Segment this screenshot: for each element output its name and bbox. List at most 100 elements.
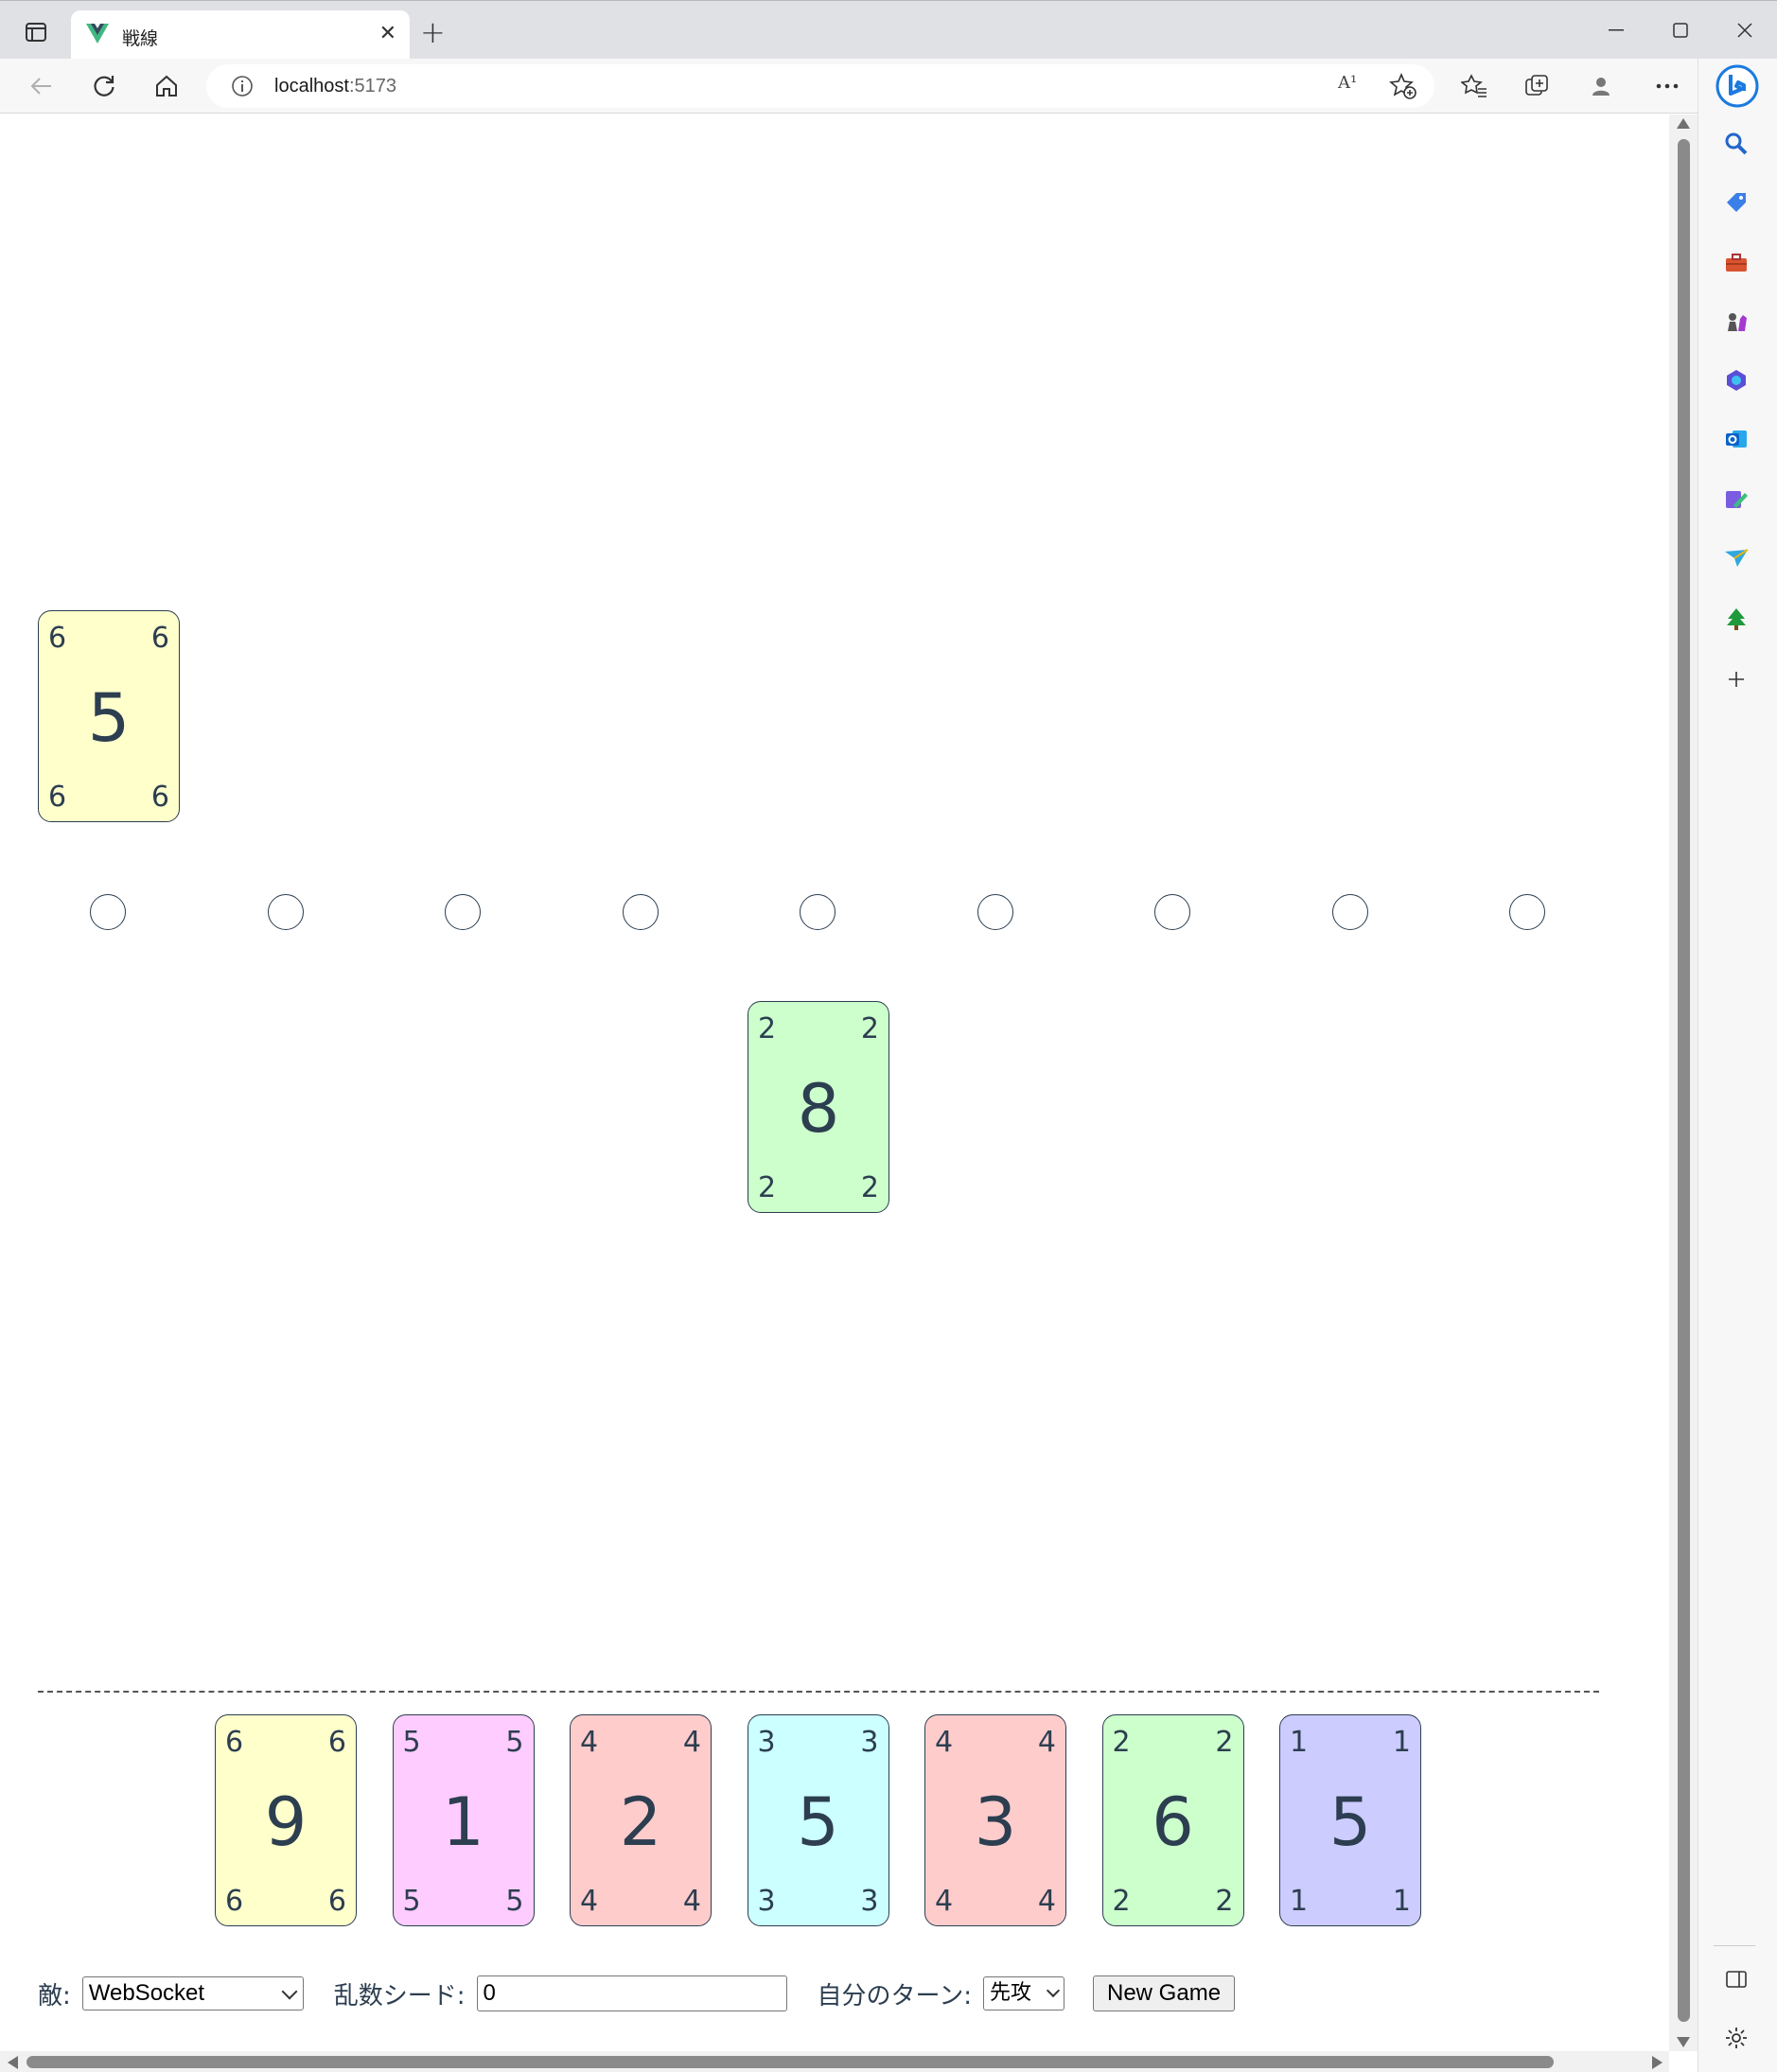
card-corner-value: 3 <box>860 1885 879 1918</box>
sidebar-shopping-button[interactable] <box>1717 184 1755 221</box>
card-corner-value: 1 <box>1290 1885 1309 1918</box>
bing-icon <box>1715 64 1759 108</box>
hand-card[interactable]: 4 424 4 <box>570 1714 712 1926</box>
card-corner-value: 6 <box>48 622 67 655</box>
paper-plane-icon <box>1725 549 1749 567</box>
toolbox-icon <box>1726 254 1747 272</box>
hand-card[interactable]: 5 515 5 <box>392 1714 535 1926</box>
enemy-select[interactable]: WebSocket <box>81 1976 304 2011</box>
card-corner-value: 4 <box>682 1726 701 1759</box>
url-text[interactable]: localhost:5173 <box>274 76 396 97</box>
hand-card[interactable]: 3 353 3 <box>747 1714 889 1926</box>
player-field-card[interactable]: 2 2 8 2 2 <box>748 1001 889 1213</box>
collections-button[interactable] <box>1518 67 1556 105</box>
browser-tab[interactable]: 戦線 ✕ <box>71 10 410 60</box>
more-menu-button[interactable] <box>1648 67 1686 105</box>
tab-actions-menu-button[interactable] <box>21 18 51 46</box>
shopping-tag-icon <box>1727 193 1746 212</box>
card-corner-value: 1 <box>1290 1726 1309 1759</box>
collections-icon <box>1525 75 1548 96</box>
back-arrow-icon <box>30 78 51 95</box>
chess-piece-icon <box>1728 313 1747 331</box>
sidebar-search-button[interactable] <box>1717 125 1755 163</box>
flag-marker[interactable] <box>445 894 481 930</box>
vue-logo-icon <box>86 24 109 44</box>
scroll-up-arrow[interactable] <box>1677 118 1690 129</box>
hand-card[interactable]: 2 262 2 <box>1101 1714 1244 1926</box>
add-favorite-icon[interactable] <box>1389 73 1417 99</box>
card-corner-value: 2 <box>860 1012 879 1045</box>
favorites-button[interactable] <box>1455 67 1493 105</box>
info-icon[interactable] <box>231 75 254 97</box>
sidebar-designer-button[interactable] <box>1717 481 1755 518</box>
seed-label: 乱数シード: <box>333 1981 466 2011</box>
opponent-card[interactable]: 6 6 5 6 6 <box>38 610 180 822</box>
flag-marker[interactable] <box>1154 894 1190 930</box>
hand-card[interactable]: 6 696 6 <box>215 1714 357 1926</box>
card-corner-value: 6 <box>150 622 169 655</box>
card-corner-value: 2 <box>1215 1885 1234 1918</box>
hide-sidebar-button[interactable] <box>1717 1960 1755 1998</box>
flag-marker[interactable] <box>90 894 126 930</box>
minimize-button[interactable] <box>1584 1 1648 60</box>
sidebar-office-button[interactable] <box>1717 361 1755 399</box>
bing-chat-button[interactable] <box>1715 64 1759 108</box>
card-corner-value: 1 <box>1392 1885 1411 1918</box>
flag-marker[interactable] <box>267 894 304 930</box>
back-button[interactable] <box>23 67 61 105</box>
flag-marker[interactable] <box>976 894 1013 930</box>
flag-marker[interactable] <box>800 894 836 930</box>
hand-card[interactable]: 1 151 1 <box>1279 1714 1421 1926</box>
card-corner-value: 1 <box>1392 1726 1411 1759</box>
refresh-icon <box>94 76 114 97</box>
horizontal-scrollbar[interactable] <box>0 2051 1669 2072</box>
vertical-scrollbar[interactable] <box>1669 114 1698 2051</box>
sidebar-add-button[interactable] <box>1717 660 1755 698</box>
card-corner-value: 4 <box>580 1885 599 1918</box>
vertical-scroll-thumb[interactable] <box>1678 139 1690 2022</box>
chevron-down-icon <box>1046 1983 1061 1998</box>
new-tab-button[interactable]: + <box>420 17 446 47</box>
read-aloud-icon[interactable]: A¹ <box>1338 73 1366 99</box>
sidebar-send-button[interactable] <box>1717 539 1755 577</box>
card-corner-value: 5 <box>505 1885 524 1918</box>
seed-input[interactable]: 0 <box>476 1975 787 2011</box>
card-corner-value: 5 <box>505 1726 524 1759</box>
card-corner-value: 6 <box>327 1726 346 1759</box>
turn-select[interactable]: 先攻 <box>983 1976 1064 2011</box>
flag-marker[interactable] <box>622 894 659 930</box>
minimize-icon <box>1609 29 1624 31</box>
game-controls: 敵: WebSocket 乱数シード: 0 自分のターン: 先攻 New Gam… <box>38 1975 1236 2012</box>
card-number: 6 <box>1152 1783 1194 1861</box>
sidebar-outlook-button[interactable] <box>1717 420 1755 458</box>
hand-card[interactable]: 4 434 4 <box>924 1714 1066 1926</box>
url-host: localhost <box>274 76 349 97</box>
new-game-button[interactable]: New Game <box>1093 1975 1236 2011</box>
gear-icon <box>1726 2028 1747 2048</box>
card-corner-value: 2 <box>758 1171 777 1204</box>
profile-button[interactable] <box>1582 67 1620 105</box>
card-corner-value: 4 <box>935 1885 954 1918</box>
horizontal-scroll-thumb[interactable] <box>26 2056 1554 2068</box>
flag-marker[interactable] <box>1509 894 1545 930</box>
close-tab-icon[interactable]: ✕ <box>379 23 396 45</box>
maximize-icon <box>1673 23 1688 38</box>
sidebar-settings-button[interactable] <box>1717 2019 1755 2057</box>
enemy-label: 敵: <box>38 1981 71 2011</box>
sidebar-panel-icon <box>1726 1971 1747 1988</box>
card-corner-value: 2 <box>1215 1726 1234 1759</box>
sidebar-tree-button[interactable] <box>1717 600 1755 638</box>
tab-title: 戦線 <box>122 28 159 49</box>
scroll-down-arrow[interactable] <box>1677 2037 1690 2047</box>
close-icon <box>1737 23 1752 38</box>
sidebar-tools-button[interactable] <box>1717 244 1755 282</box>
address-bar[interactable]: localhost:5173 A¹ <box>206 64 1434 108</box>
maximize-button[interactable] <box>1648 1 1713 60</box>
scroll-right-arrow[interactable] <box>1652 2056 1663 2069</box>
scroll-left-arrow[interactable] <box>8 2056 18 2069</box>
refresh-button[interactable] <box>85 67 123 105</box>
sidebar-games-button[interactable] <box>1717 303 1755 341</box>
close-window-button[interactable] <box>1713 1 1777 60</box>
home-button[interactable] <box>148 67 185 105</box>
flag-marker[interactable] <box>1331 894 1368 930</box>
